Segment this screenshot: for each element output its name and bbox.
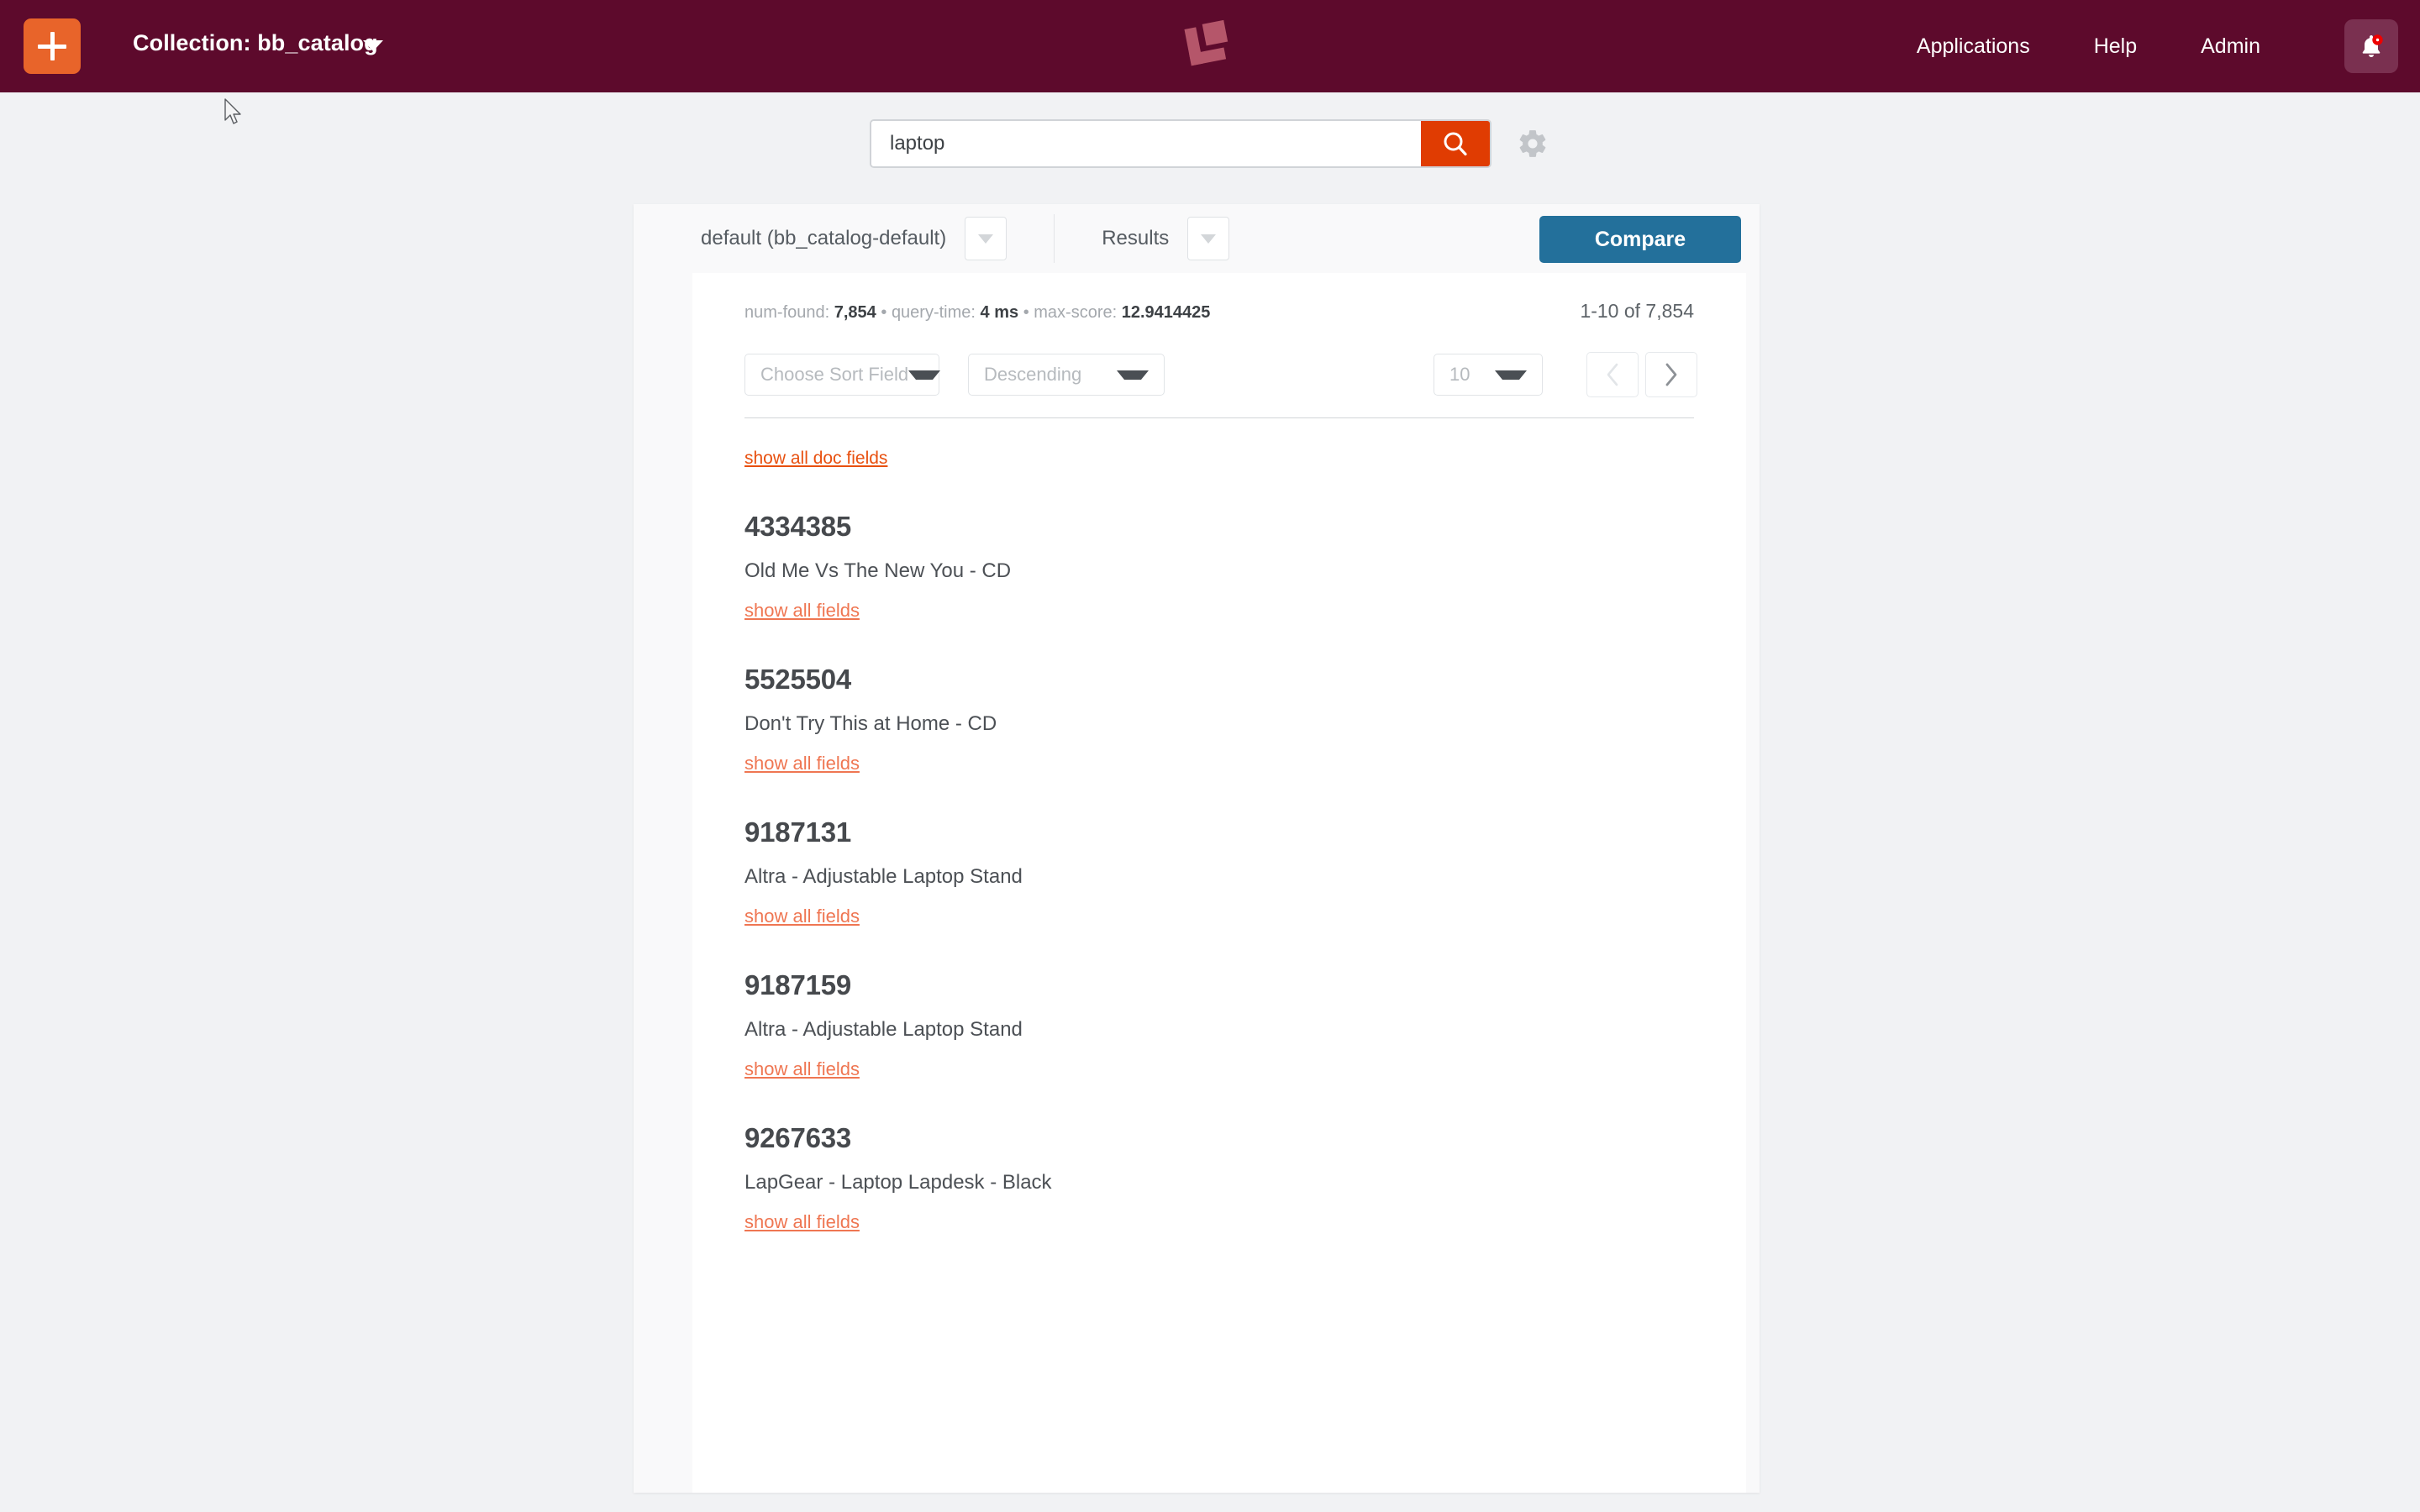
search-stats: num-found: 7,854 • query-time: 4 ms • ma… xyxy=(744,303,1694,323)
search-stats-row: num-found: 7,854 • query-time: 4 ms • ma… xyxy=(744,300,1694,342)
result-item: 9267633 LapGear - Laptop Lapdesk - Black… xyxy=(744,1122,1694,1233)
show-all-doc-fields-link[interactable]: show all doc fields xyxy=(744,449,887,469)
chevron-down-icon xyxy=(1495,370,1527,380)
result-item: 9187159 Altra - Adjustable Laptop Stand … xyxy=(744,969,1694,1080)
plus-icon-vertical xyxy=(50,32,55,60)
results-panel: default (bb_catalog-default) Results Com… xyxy=(634,204,1760,1493)
view-mode-dropdown[interactable] xyxy=(1187,217,1230,260)
chevron-down-icon xyxy=(1117,370,1149,380)
collection-label: Collection: bb_catalog xyxy=(133,30,378,55)
result-item: 5525504 Don't Try This at Home - CD show… xyxy=(744,664,1694,774)
result-title: Altra - Adjustable Laptop Stand xyxy=(744,1018,1023,1041)
results-controls-row: Choose Sort Field Descending 10 xyxy=(744,342,1697,407)
bell-icon xyxy=(2362,34,2383,57)
sort-field-select[interactable]: Choose Sort Field xyxy=(744,354,941,396)
notifications-button[interactable] xyxy=(2344,19,2398,73)
num-found-value: 7,854 xyxy=(834,303,876,322)
panel-header: default (bb_catalog-default) Results Com… xyxy=(634,204,1760,273)
nav-link-admin[interactable]: Admin xyxy=(2201,34,2260,59)
header-divider xyxy=(1054,214,1055,263)
chevron-down-icon xyxy=(908,370,941,380)
chevron-down-icon[interactable] xyxy=(363,40,383,51)
max-score-label: max-score: xyxy=(1034,303,1118,322)
result-title: Old Me Vs The New You - CD xyxy=(744,559,1012,582)
nav-link-help[interactable]: Help xyxy=(2094,34,2137,59)
nav-link-applications[interactable]: Applications xyxy=(1917,34,2030,59)
results-list: 4334385 Old Me Vs The New You - CD show … xyxy=(744,511,1694,1233)
top-navigation-bar: Collection: bb_catalog Applications Help… xyxy=(0,0,2420,92)
show-all-fields-link[interactable]: show all fields xyxy=(744,753,860,774)
stats-separator-1: • xyxy=(881,303,887,322)
query-profile-label: default (bb_catalog-default) xyxy=(701,227,947,249)
top-nav-links: Applications Help Admin xyxy=(1917,0,2260,92)
chevron-right-icon xyxy=(1665,363,1677,386)
previous-page-button[interactable] xyxy=(1586,352,1639,397)
search-settings-button[interactable] xyxy=(1515,126,1550,161)
rows-per-page-value: 10 xyxy=(1449,364,1470,385)
chevron-left-icon xyxy=(1607,363,1618,386)
sort-direction-value: Descending xyxy=(984,364,1082,385)
add-button[interactable] xyxy=(24,18,81,74)
show-all-fields-link[interactable]: show all fields xyxy=(744,600,860,622)
search-icon xyxy=(1444,132,1467,156)
show-all-fields-link[interactable]: show all fields xyxy=(744,906,860,927)
result-id: 9267633 xyxy=(744,1122,852,1153)
view-mode-label: Results xyxy=(1102,227,1170,249)
compare-button[interactable]: Compare xyxy=(1539,216,1741,263)
query-time-value: 4 ms xyxy=(980,303,1019,322)
search-area xyxy=(0,119,2420,168)
result-id: 9187131 xyxy=(744,816,852,848)
show-all-fields-link[interactable]: show all fields xyxy=(744,1211,860,1233)
result-range-label: 1-10 of 7,854 xyxy=(1580,300,1694,322)
lucidworks-fusion-logo xyxy=(1175,17,1242,77)
result-id: 9187159 xyxy=(744,969,852,1000)
search-submit-button[interactable] xyxy=(1421,121,1490,166)
stats-separator-2: • xyxy=(1023,303,1029,322)
show-all-fields-link[interactable]: show all fields xyxy=(744,1058,860,1080)
result-title: Don't Try This at Home - CD xyxy=(744,712,997,735)
chevron-down-icon xyxy=(1201,234,1217,244)
sort-direction-select[interactable]: Descending xyxy=(968,354,1165,396)
result-title: Altra - Adjustable Laptop Stand xyxy=(744,865,1023,888)
query-time-label: query-time: xyxy=(891,303,976,322)
rows-per-page-select[interactable]: 10 xyxy=(1434,354,1543,396)
results-body: num-found: 7,854 • query-time: 4 ms • ma… xyxy=(692,273,1746,1493)
num-found-label: num-found: xyxy=(744,303,830,322)
max-score-value: 12.9414425 xyxy=(1121,303,1211,322)
result-item: 9187131 Altra - Adjustable Laptop Stand … xyxy=(744,816,1694,927)
result-item: 4334385 Old Me Vs The New You - CD show … xyxy=(744,511,1694,622)
next-page-button[interactable] xyxy=(1645,352,1697,397)
chevron-down-icon xyxy=(978,234,994,244)
gear-icon xyxy=(1519,130,1546,157)
section-divider xyxy=(744,417,1694,418)
search-box xyxy=(870,119,1491,168)
search-input[interactable] xyxy=(871,121,1421,166)
sort-field-value: Choose Sort Field xyxy=(760,364,909,385)
result-id: 5525504 xyxy=(744,664,852,695)
query-profile-dropdown[interactable] xyxy=(965,217,1007,260)
result-id: 4334385 xyxy=(744,511,852,542)
result-title: LapGear - Laptop Lapdesk - Black xyxy=(744,1171,1052,1194)
